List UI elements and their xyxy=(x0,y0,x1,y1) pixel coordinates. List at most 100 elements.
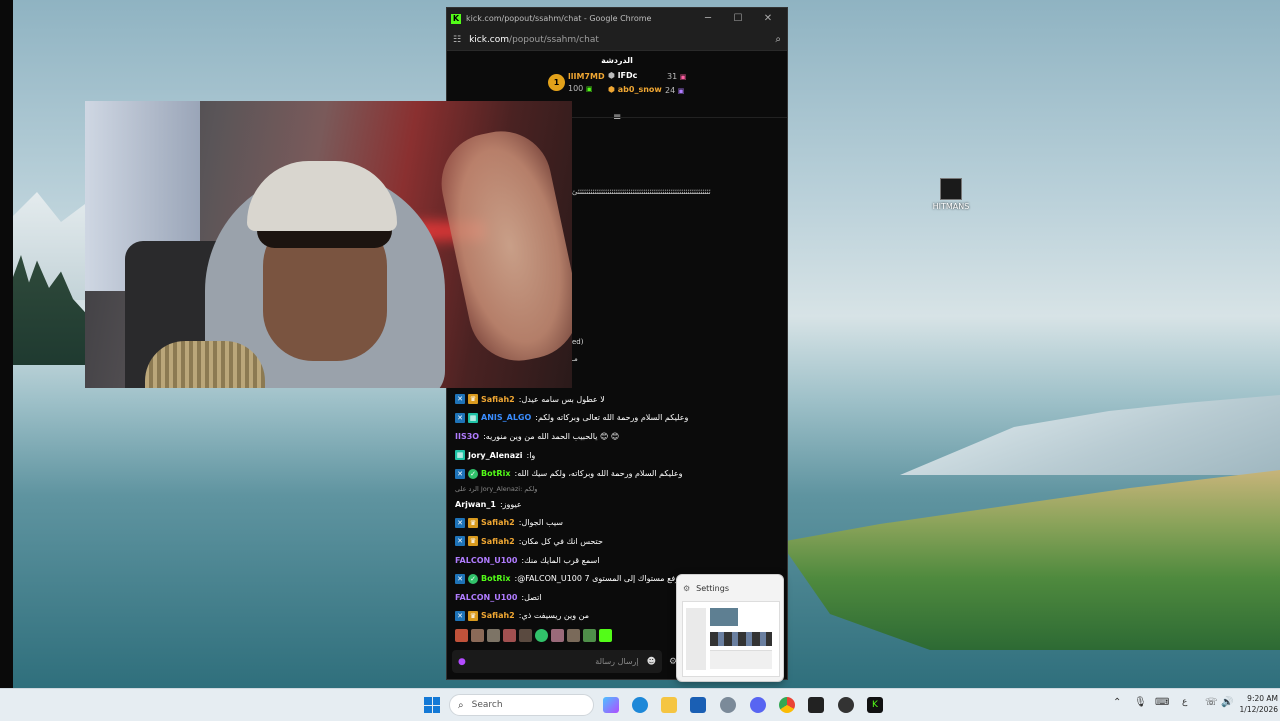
webcam-overlay xyxy=(85,101,572,388)
cam-person-hand xyxy=(432,122,572,370)
chat-message[interactable]: ▦ Jory_Alenazi: وا xyxy=(455,446,775,465)
chat-message[interactable]: ✕ ▦ ANIS_ALGO: وعليكم السلام ورحمة الله تع… xyxy=(455,409,775,428)
chrome-icon[interactable] xyxy=(779,697,795,713)
leaderboard-user-3[interactable]: ⬢ ab0_snow xyxy=(608,85,662,94)
desktop-shortcut-hitmans[interactable]: HITMANS xyxy=(930,178,972,211)
settings-preview-thumbnail[interactable] xyxy=(682,601,780,677)
shortcut-icon xyxy=(940,178,962,200)
emote-icon[interactable] xyxy=(535,629,548,642)
close-button[interactable]: ✕ xyxy=(753,13,783,24)
mod-badge-icon: ✕ xyxy=(455,573,465,584)
crown-badge-icon: ♛ xyxy=(468,394,478,405)
edge-icon[interactable] xyxy=(632,697,648,713)
zoom-icon[interactable]: ⌕ xyxy=(775,34,781,45)
copilot-icon[interactable] xyxy=(603,697,619,713)
kick-favicon-icon: K xyxy=(451,13,461,24)
chat-partial-text: مـ xyxy=(572,355,578,363)
emote-icon[interactable] xyxy=(519,629,532,642)
leaderboard-count-3: 24 ▣ xyxy=(665,86,685,95)
minimize-button[interactable]: ─ xyxy=(693,13,723,24)
user-badge-icon: ⬢ xyxy=(608,71,615,80)
emote-icon[interactable] xyxy=(583,629,596,642)
taskbar-clock[interactable]: 9:20 AM 1/12/2026 xyxy=(1238,693,1278,715)
discord-icon[interactable] xyxy=(750,697,766,713)
crown-badge-icon: ♛ xyxy=(468,517,478,528)
chat-username[interactable]: Safiah2 xyxy=(481,537,515,546)
search-icon: ⌕ xyxy=(458,699,464,711)
chat-username[interactable]: BotRix xyxy=(481,574,510,583)
microphone-tray-icon[interactable]: 🎙 xyxy=(1134,697,1147,708)
clock-time: 9:20 AM xyxy=(1247,694,1278,703)
emote-icon[interactable] xyxy=(503,629,516,642)
chat-message[interactable]: ✕ ♛ Safiah2: سيب الجوال xyxy=(455,514,775,533)
settings-window-preview[interactable]: ⚙ Settings xyxy=(676,574,784,682)
settings-preview-title: Settings xyxy=(696,583,729,593)
chat-message[interactable]: ✕ ✓ BotRix: وعليكم السلام ورحمة الله وبركا… xyxy=(455,464,775,483)
site-info-icon[interactable]: ☷ xyxy=(453,35,461,45)
chat-message-input[interactable]: ● إرسال رسالة ☻ xyxy=(452,650,662,673)
keyboard-icon[interactable]: ⌨ xyxy=(1155,697,1169,708)
emote-icon[interactable] xyxy=(455,629,468,642)
chat-username[interactable]: Safiah2 xyxy=(481,518,515,527)
thumbnail-strip xyxy=(710,632,772,646)
chat-message-text: حتحس انك في كل مكان xyxy=(521,536,603,546)
volume-icon[interactable]: 🔊 xyxy=(1221,697,1233,708)
wallpaper-mountain xyxy=(900,395,1280,475)
address-bar[interactable]: ☷ kick.com/popout/ssahm/chat ⌕ xyxy=(447,29,787,51)
thumbnail-sidebar xyxy=(686,608,706,670)
language-indicator[interactable]: ع xyxy=(1182,697,1187,707)
maximize-button[interactable]: ☐ xyxy=(723,13,753,24)
chat-message-text: اسمع قرب المايك منك xyxy=(524,555,600,565)
emote-icon[interactable] xyxy=(471,629,484,642)
window-titlebar[interactable]: K kick.com/popout/ssahm/chat - Google Ch… xyxy=(447,8,787,29)
file-explorer-icon[interactable] xyxy=(661,697,677,713)
chat-message[interactable]: ✕ ♛ Safiah2: حتحس انك في كل مكان xyxy=(455,532,775,551)
settings-app-icon[interactable] xyxy=(720,697,736,713)
leaderboard-count-1: 100 ▣ xyxy=(568,84,593,93)
gift-icon: ▣ xyxy=(679,73,687,81)
emote-icon[interactable] xyxy=(599,629,612,642)
chat-message-text: وا xyxy=(529,450,536,460)
chat-username[interactable]: Arjwan_1 xyxy=(455,500,496,509)
crown-badge-icon: ♛ xyxy=(468,536,478,547)
store-icon[interactable] xyxy=(690,697,706,713)
chat-username[interactable]: BotRix xyxy=(481,469,510,478)
cam-person-cap xyxy=(247,161,397,231)
start-button[interactable] xyxy=(424,697,440,713)
chat-username[interactable]: FALCON_U100 xyxy=(455,593,517,602)
emote-icon[interactable] xyxy=(567,629,580,642)
url-field[interactable]: kick.com/popout/ssahm/chat xyxy=(469,35,775,45)
leaderboard-user-1[interactable]: llIM7MD xyxy=(568,72,605,81)
chat-message[interactable]: ✕ ♛ Safiah2: لا عطول بس سامه عيدل xyxy=(455,390,775,409)
microphone-icon[interactable]: ● xyxy=(458,657,466,667)
chat-message[interactable]: IIS3O: يالحبيب الحمد الله من وين منوريه … xyxy=(455,427,775,446)
windows-taskbar: ⌕ Search K ⌃ 🎙 ⌨ ع ☏ 🔊 9:20 AM 1/12/2026 xyxy=(0,688,1280,721)
emote-icon[interactable] xyxy=(487,629,500,642)
chat-message[interactable]: FALCON_U100: اسمع قرب المايك منك xyxy=(455,551,775,570)
app-icon[interactable] xyxy=(808,697,824,713)
kick-app-icon[interactable]: K xyxy=(867,697,883,713)
emoji-icon[interactable]: ☻ xyxy=(647,657,656,667)
thumbnail-footer xyxy=(710,650,772,669)
chat-message-text: لا عطول بس سامه عيدل xyxy=(521,394,605,404)
emote-icon[interactable] xyxy=(551,629,564,642)
tray-overflow-icon[interactable]: ⌃ xyxy=(1113,697,1121,708)
leaderboard-user-2[interactable]: ⬢ lFDc xyxy=(608,71,637,80)
chat-username[interactable]: FALCON_U100 xyxy=(455,556,517,565)
chat-message-text: عيووز xyxy=(502,499,522,509)
chat-username[interactable]: Jory_Alenazi xyxy=(468,451,522,460)
chat-message-text: من وين ريسيفت ذي xyxy=(521,611,590,621)
taskbar-search[interactable]: ⌕ Search xyxy=(449,694,594,716)
search-placeholder: Search xyxy=(471,700,503,710)
network-icon[interactable]: ☏ xyxy=(1205,697,1218,708)
gear-icon: ⚙ xyxy=(683,583,691,593)
chat-username[interactable]: Safiah2 xyxy=(481,611,515,620)
chat-username[interactable]: ANIS_ALGO xyxy=(481,413,531,422)
mod-badge-icon: ✕ xyxy=(455,394,465,405)
app-icon[interactable] xyxy=(838,697,854,713)
gift-icon: ▣ xyxy=(585,85,593,93)
chat-username[interactable]: IIS3O xyxy=(455,432,479,441)
chat-message[interactable]: Arjwan_1: عيووز xyxy=(455,495,775,514)
chat-username[interactable]: Safiah2 xyxy=(481,395,515,404)
mod-badge-icon: ✕ xyxy=(455,412,465,423)
